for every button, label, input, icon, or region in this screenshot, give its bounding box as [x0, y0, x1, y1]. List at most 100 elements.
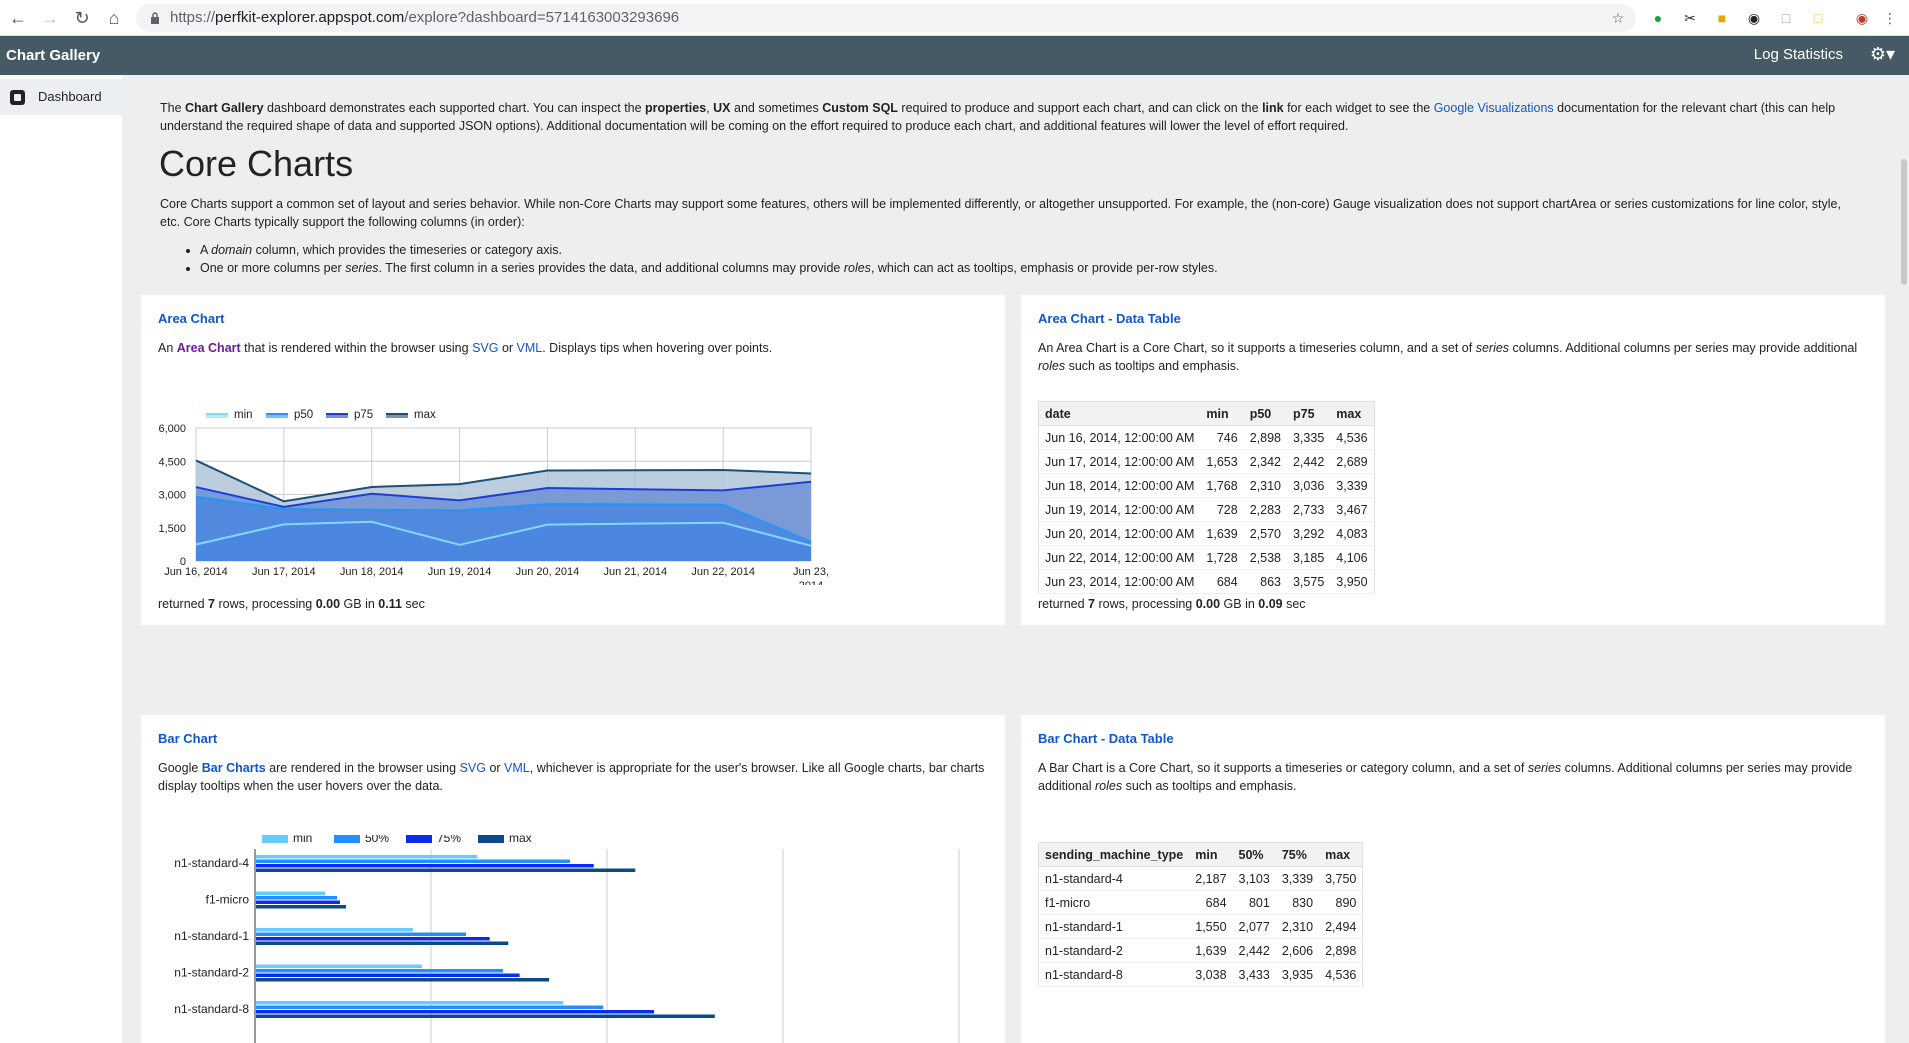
table-cell: 2,570 — [1243, 521, 1287, 546]
column-header[interactable]: sending_machine_type — [1038, 842, 1190, 867]
column-header[interactable]: min — [1200, 401, 1244, 426]
legend-label: max — [509, 835, 532, 845]
table-cell: Jun 17, 2014, 12:00:00 AM — [1038, 449, 1201, 474]
legend-label: 75% — [437, 835, 461, 845]
table-cell: Jun 18, 2014, 12:00:00 AM — [1038, 473, 1201, 498]
url-host: perfkit-explorer.appspot.com — [215, 9, 405, 26]
log-statistics-link[interactable]: Log Statistics — [1754, 46, 1843, 63]
widget-title[interactable]: Area Chart - Data Table — [1038, 311, 1181, 326]
bar-chart[interactable]: n1-standard-4 f1-micro n1-standard-1 n1-sta… — [151, 835, 991, 1043]
area-chart[interactable]: 01,5003,0004,5006,000Jun 16, 2014 Jun 17,… — [151, 395, 851, 585]
list-em: series — [345, 261, 379, 275]
extension-scissors-icon[interactable]: ✂ — [1680, 8, 1700, 28]
bar-max — [256, 905, 347, 909]
extension-note-icon[interactable]: □ — [1808, 8, 1828, 28]
sidebar-item-dashboard[interactable]: Dashboard — [0, 79, 122, 115]
svg-link[interactable]: SVG — [460, 761, 486, 775]
widget-title[interactable]: Bar Chart - Data Table — [1038, 731, 1174, 746]
x-tick-label: Jun 21, 2014 — [603, 566, 667, 578]
footer-text: sec — [1282, 597, 1306, 611]
y-tick-label: 4,500 — [158, 456, 186, 468]
desc-text: columns. Additional columns per series m… — [1509, 341, 1858, 355]
legend-label: p75 — [354, 409, 373, 421]
bar-75% — [256, 864, 594, 868]
bar-min — [256, 855, 478, 859]
intro-text: required to produce and support each cha… — [897, 101, 1263, 115]
intro-text: The — [160, 101, 186, 115]
table-cell: Jun 20, 2014, 12:00:00 AM — [1038, 521, 1201, 546]
table-cell: 2,442 — [1232, 938, 1276, 963]
widget-description: An Area Chart is a Core Chart, so it sup… — [1038, 339, 1868, 375]
y-tick-label: 6,000 — [158, 423, 186, 435]
table-row: Jun 23, 2014, 12:00:00 AM 684 863 3,575 3,95… — [1038, 569, 1375, 594]
forward-icon[interactable]: → — [38, 6, 62, 30]
bookmark-star-icon[interactable]: ☆ — [1608, 8, 1628, 28]
widget-title[interactable]: Area Chart — [158, 311, 224, 326]
scrollbar-thumb[interactable] — [1901, 159, 1907, 285]
home-icon[interactable]: ⌂ — [102, 6, 126, 30]
app-title: Chart Gallery — [6, 47, 101, 64]
gb-processed: 0.00 — [315, 597, 341, 611]
list-em: domain — [211, 243, 253, 257]
desc-text: are rendered in the browser using — [265, 761, 460, 775]
footer-text: GB in — [1220, 597, 1259, 611]
table-cell: 2,689 — [1330, 449, 1375, 474]
table-cell: 3,935 — [1275, 962, 1320, 987]
list-text: , which can act as tooltips, emphasis or… — [870, 261, 1218, 275]
bar-chart-widget: Bar Chart Google Bar Charts are rendered… — [141, 715, 1005, 1043]
reload-icon[interactable]: ↻ — [70, 6, 94, 30]
area-chart-link[interactable]: Area Chart — [177, 341, 241, 355]
column-header[interactable]: date — [1038, 401, 1201, 426]
legend-swatch — [262, 835, 288, 843]
widget-title[interactable]: Bar Chart — [158, 731, 217, 746]
extension-badge-icon[interactable]: ■ — [1712, 8, 1732, 28]
widget-description: Google Bar Charts are rendered in the br… — [158, 759, 988, 795]
vml-link[interactable]: VML — [517, 341, 543, 355]
url-scheme: https:// — [170, 9, 216, 26]
vml-link[interactable]: VML — [504, 761, 530, 775]
table-cell: 4,536 — [1330, 425, 1375, 450]
desc-text: An Area Chart is a Core Chart, so it sup… — [1038, 341, 1476, 355]
table-cell: 2,310 — [1275, 914, 1320, 939]
column-header[interactable]: min — [1189, 842, 1233, 867]
desc-text: An — [158, 341, 177, 355]
back-icon[interactable]: ← — [6, 6, 30, 30]
bar-max — [256, 868, 636, 872]
column-header[interactable]: max — [1319, 842, 1363, 867]
list-item: One or more columns per series. The firs… — [200, 259, 1218, 277]
category-label: n1-standard-8 — [174, 1002, 249, 1016]
main-content: The Chart Gallery dashboard demonstrates… — [122, 75, 1909, 1043]
rows-count: 7 — [1088, 597, 1095, 611]
list-text: A — [200, 243, 212, 257]
intro-bold: Custom SQL — [822, 101, 898, 115]
bar-max — [256, 978, 550, 982]
desc-text: or — [485, 761, 505, 775]
svg-link[interactable]: SVG — [472, 341, 498, 355]
table-cell: 2,310 — [1243, 473, 1287, 498]
table-cell: 830 — [1275, 890, 1320, 915]
bar-charts-link[interactable]: Bar Charts — [202, 761, 266, 775]
browser-menu-icon[interactable]: ⋮ — [1880, 8, 1900, 28]
column-header[interactable]: 75% — [1275, 842, 1320, 867]
table-cell: 746 — [1200, 425, 1244, 450]
table-cell: n1-standard-1 — [1038, 914, 1190, 939]
column-header[interactable]: p50 — [1243, 401, 1287, 426]
intro-bold: Chart Gallery — [185, 101, 264, 115]
list-text: One or more columns per — [200, 261, 346, 275]
extension-check-icon[interactable]: ● — [1648, 8, 1668, 28]
extension-github-icon[interactable]: ◉ — [1744, 8, 1764, 28]
column-header[interactable]: max — [1330, 401, 1375, 426]
column-header[interactable]: 50% — [1232, 842, 1276, 867]
column-header[interactable]: p75 — [1286, 401, 1331, 426]
extension-doc-icon[interactable]: □ — [1776, 8, 1796, 28]
widget-description: A Bar Chart is a Core Chart, so it suppo… — [1038, 759, 1868, 795]
bar-min — [256, 1001, 564, 1005]
profile-avatar[interactable]: ◉ — [1852, 8, 1872, 28]
desc-text: such as tooltips and emphasis. — [1065, 359, 1240, 373]
core-columns-list: A domain column, which provides the time… — [180, 241, 1218, 277]
desc-em: series — [1527, 761, 1562, 775]
settings-gear-icon[interactable]: ⚙▾ — [1870, 44, 1895, 65]
address-bar[interactable]: https://perfkit-explorer.appspot.com/exp… — [136, 4, 1636, 32]
google-visualizations-link[interactable]: Google Visualizations — [1434, 101, 1554, 115]
category-label: f1-micro — [206, 893, 250, 907]
